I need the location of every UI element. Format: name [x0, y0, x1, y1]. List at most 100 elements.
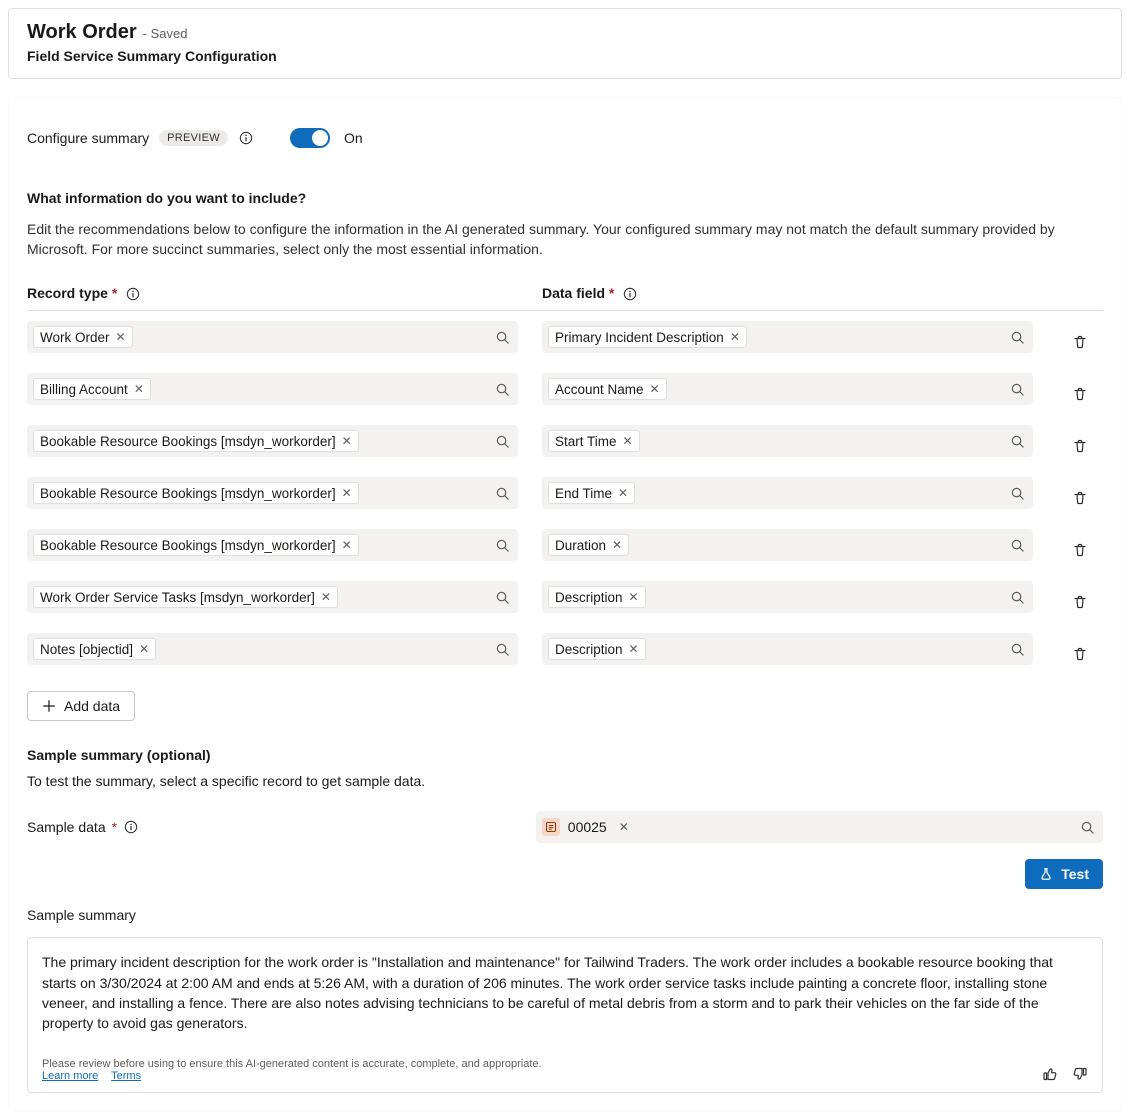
configure-summary-label: Configure summary	[27, 130, 149, 146]
remove-sample-record[interactable]: ✕	[619, 821, 629, 833]
data-field-lookup[interactable]: Start Time ✕	[542, 425, 1033, 457]
search-icon[interactable]	[1010, 642, 1025, 657]
data-field-tag: Account Name ✕	[548, 378, 667, 400]
record-type-lookup[interactable]: Work Order Service Tasks [msdyn_workorde…	[27, 581, 518, 613]
delete-row-icon[interactable]	[1072, 646, 1088, 662]
sample-summary-box: The primary incident description for the…	[27, 937, 1103, 1092]
plus-icon	[42, 699, 56, 713]
data-field-lookup[interactable]: End Time ✕	[542, 477, 1033, 509]
info-icon[interactable]	[622, 286, 638, 302]
entity-icon	[542, 818, 560, 836]
search-icon[interactable]	[1010, 330, 1025, 345]
record-type-tag: Work Order ✕	[33, 326, 133, 348]
delete-row-icon[interactable]	[1072, 542, 1088, 558]
data-field-value: Primary Incident Description	[555, 330, 724, 345]
search-icon[interactable]	[495, 486, 510, 501]
delete-row-icon[interactable]	[1072, 490, 1088, 506]
search-icon[interactable]	[495, 382, 510, 397]
remove-tag-icon[interactable]: ✕	[629, 591, 639, 603]
record-type-column-header: Record type *	[27, 285, 518, 310]
data-field-tag: Description ✕	[548, 586, 646, 608]
data-field-value: Duration	[555, 538, 606, 553]
search-icon[interactable]	[1010, 486, 1025, 501]
configure-summary-toggle[interactable]	[290, 128, 330, 148]
delete-row-icon[interactable]	[1072, 594, 1088, 610]
record-type-tag: Notes [objectid] ✕	[33, 638, 156, 660]
search-icon[interactable]	[495, 642, 510, 657]
remove-tag-icon[interactable]: ✕	[116, 331, 126, 343]
include-heading: What information do you want to include?	[27, 190, 1103, 206]
remove-tag-icon[interactable]: ✕	[321, 591, 331, 603]
sample-data-lookup[interactable]: 00025 ✕	[536, 811, 1103, 843]
preview-badge: PREVIEW	[159, 130, 228, 146]
record-type-tag: Bookable Resource Bookings [msdyn_workor…	[33, 482, 359, 504]
sample-summary-heading: Sample summary (optional)	[27, 747, 1103, 763]
learn-more-link[interactable]: Learn more	[42, 1070, 98, 1082]
record-type-lookup[interactable]: Bookable Resource Bookings [msdyn_workor…	[27, 529, 518, 561]
record-type-lookup[interactable]: Bookable Resource Bookings [msdyn_workor…	[27, 477, 518, 509]
data-field-lookup[interactable]: Primary Incident Description ✕	[542, 321, 1033, 353]
data-field-tag: Primary Incident Description ✕	[548, 326, 747, 348]
info-icon[interactable]	[125, 286, 141, 302]
data-field-column-header: Data field *	[542, 285, 1033, 310]
thumbs-down-icon[interactable]	[1072, 1066, 1088, 1082]
add-data-button[interactable]: Add data	[27, 691, 135, 721]
search-icon[interactable]	[1010, 538, 1025, 553]
remove-tag-icon[interactable]: ✕	[134, 383, 144, 395]
data-field-tag: Description ✕	[548, 638, 646, 660]
remove-tag-icon[interactable]: ✕	[139, 643, 149, 655]
toggle-state-label: On	[344, 130, 363, 146]
thumbs-up-icon[interactable]	[1042, 1066, 1058, 1082]
main-content: Configure summary PREVIEW On What inform…	[8, 97, 1122, 1112]
search-icon[interactable]	[495, 538, 510, 553]
search-icon[interactable]	[1080, 820, 1095, 835]
remove-tag-icon[interactable]: ✕	[629, 643, 639, 655]
remove-tag-icon[interactable]: ✕	[730, 331, 740, 343]
search-icon[interactable]	[1010, 382, 1025, 397]
search-icon[interactable]	[495, 590, 510, 605]
search-icon[interactable]	[495, 330, 510, 345]
page-subtitle: Field Service Summary Configuration	[27, 48, 1103, 64]
remove-tag-icon[interactable]: ✕	[612, 539, 622, 551]
record-type-lookup[interactable]: Work Order ✕	[27, 321, 518, 353]
delete-row-icon[interactable]	[1072, 334, 1088, 350]
record-type-tag: Bookable Resource Bookings [msdyn_workor…	[33, 430, 359, 452]
record-type-lookup[interactable]: Bookable Resource Bookings [msdyn_workor…	[27, 425, 518, 457]
remove-tag-icon[interactable]: ✕	[618, 487, 628, 499]
sample-summary-text: The primary incident description for the…	[42, 952, 1088, 1033]
test-button-label: Test	[1061, 866, 1089, 882]
data-field-lookup[interactable]: Account Name ✕	[542, 373, 1033, 405]
search-icon[interactable]	[1010, 590, 1025, 605]
remove-tag-icon[interactable]: ✕	[623, 435, 633, 447]
record-type-lookup[interactable]: Billing Account ✕	[27, 373, 518, 405]
remove-tag-icon[interactable]: ✕	[342, 539, 352, 551]
data-field-value: Description	[555, 590, 623, 605]
terms-link[interactable]: Terms	[111, 1070, 141, 1082]
data-field-value: End Time	[555, 486, 612, 501]
info-icon[interactable]	[123, 819, 139, 835]
save-status: - Saved	[143, 26, 188, 41]
remove-tag-icon[interactable]: ✕	[342, 435, 352, 447]
search-icon[interactable]	[1010, 434, 1025, 449]
sample-data-value: 00025	[568, 819, 607, 835]
record-type-value: Billing Account	[40, 382, 128, 397]
page-header: Work Order - Saved Field Service Summary…	[8, 8, 1122, 79]
remove-tag-icon[interactable]: ✕	[650, 383, 660, 395]
test-button[interactable]: Test	[1025, 859, 1103, 889]
record-type-value: Bookable Resource Bookings [msdyn_workor…	[40, 486, 336, 501]
remove-tag-icon[interactable]: ✕	[342, 487, 352, 499]
record-type-lookup[interactable]: Notes [objectid] ✕	[27, 633, 518, 665]
delete-row-icon[interactable]	[1072, 438, 1088, 454]
ai-disclaimer: Please review before using to ensure thi…	[42, 1058, 542, 1070]
delete-row-icon[interactable]	[1072, 386, 1088, 402]
info-icon[interactable]	[238, 130, 254, 146]
search-icon[interactable]	[495, 434, 510, 449]
record-type-value: Notes [objectid]	[40, 642, 133, 657]
record-type-value: Work Order	[40, 330, 110, 345]
data-field-lookup[interactable]: Description ✕	[542, 581, 1033, 613]
data-field-lookup[interactable]: Description ✕	[542, 633, 1033, 665]
page-title: Work Order	[27, 21, 137, 44]
add-data-label: Add data	[64, 698, 120, 714]
data-field-lookup[interactable]: Duration ✕	[542, 529, 1033, 561]
data-field-value: Account Name	[555, 382, 644, 397]
